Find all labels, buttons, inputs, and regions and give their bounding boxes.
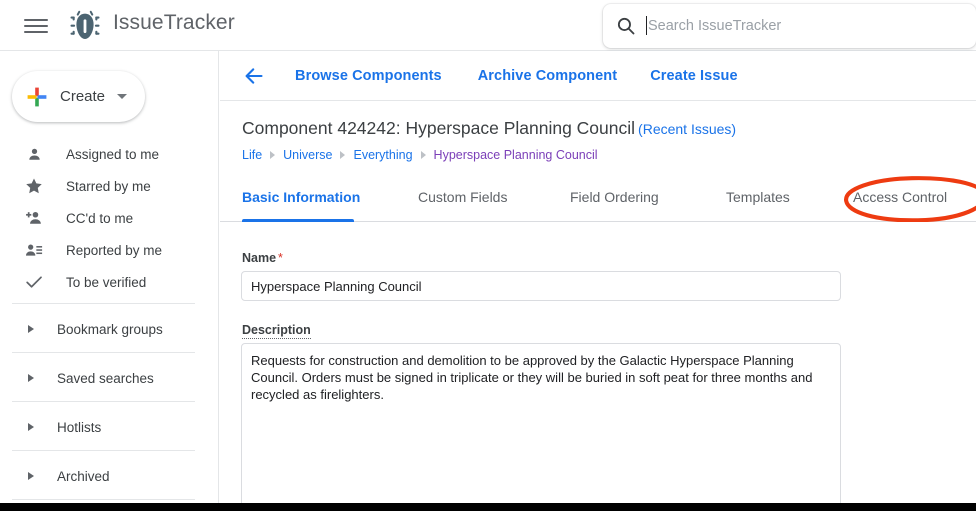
sidebar-item-label: To be verified xyxy=(66,274,147,290)
sidebar-item-ccd-to-me[interactable]: CC'd to me xyxy=(0,202,218,234)
create-issue-link[interactable]: Create Issue xyxy=(650,68,737,84)
tab-bar: Basic Information Custom Fields Field Or… xyxy=(220,185,976,222)
sidebar-group-label: Saved searches xyxy=(57,370,154,386)
arrow-left-icon[interactable] xyxy=(242,64,266,88)
breadcrumb-item-universe[interactable]: Universe xyxy=(283,148,332,162)
sidebar-group-bookmark-groups[interactable]: Bookmark groups xyxy=(0,313,218,345)
sidebar-item-assigned-to-me[interactable]: Assigned to me xyxy=(0,138,218,170)
sidebar-item-starred-by-me[interactable]: Starred by me xyxy=(0,170,218,202)
triangle-right-icon xyxy=(28,423,34,431)
search-icon xyxy=(617,17,635,35)
search-text-cursor xyxy=(646,16,647,35)
search-bar[interactable] xyxy=(603,4,976,48)
person-list-icon xyxy=(24,240,44,260)
issuetracker-app: IssueTracker Create xyxy=(0,0,976,511)
sidebar-divider xyxy=(12,499,195,500)
description-field-label: Description xyxy=(242,323,311,339)
page-title: Component 424242: Hyperspace Planning Co… xyxy=(242,118,736,139)
brand-title: IssueTracker xyxy=(113,11,235,34)
sidebar-item-reported-by-me[interactable]: Reported by me xyxy=(0,234,218,266)
archive-component-link[interactable]: Archive Component xyxy=(478,68,617,84)
sidebar-group-hotlists[interactable]: Hotlists xyxy=(0,411,218,443)
bug-logo-icon xyxy=(70,10,100,39)
breadcrumb-separator-icon xyxy=(420,151,426,159)
create-button[interactable]: Create xyxy=(12,71,145,122)
description-textarea[interactable]: Requests for construction and demolition… xyxy=(241,343,841,511)
tab-templates[interactable]: Templates xyxy=(726,185,790,222)
breadcrumb-separator-icon xyxy=(270,151,276,159)
main-content: Browse Components Archive Component Crea… xyxy=(220,51,976,511)
name-label-text: Name xyxy=(242,251,277,265)
star-icon xyxy=(24,176,44,196)
google-plus-icon xyxy=(27,87,47,106)
tab-field-ordering[interactable]: Field Ordering xyxy=(570,185,659,222)
sidebar-group-label: Archived xyxy=(57,468,110,484)
triangle-right-icon xyxy=(28,472,34,480)
create-button-label: Create xyxy=(60,88,106,105)
check-icon xyxy=(24,272,44,292)
required-asterisk: * xyxy=(278,251,283,265)
tab-access-control[interactable]: Access Control xyxy=(853,185,947,222)
sidebar-divider xyxy=(12,450,195,451)
sidebar-nav-list: Assigned to me Starred by me CC'd to me … xyxy=(0,138,218,298)
sidebar-item-label: Assigned to me xyxy=(66,146,160,162)
breadcrumb: Life Universe Everything Hyperspace Plan… xyxy=(242,148,598,162)
page-title-text: Component 424242: Hyperspace Planning Co… xyxy=(242,118,636,138)
triangle-right-icon xyxy=(28,325,34,333)
sidebar-group-saved-searches[interactable]: Saved searches xyxy=(0,362,218,394)
sidebar-group-label: Hotlists xyxy=(57,419,102,435)
triangle-right-icon xyxy=(28,374,34,382)
app-header: IssueTracker xyxy=(0,0,976,51)
sidebar-item-label: Reported by me xyxy=(66,242,163,258)
breadcrumb-separator-icon xyxy=(340,151,346,159)
tab-custom-fields[interactable]: Custom Fields xyxy=(418,185,507,222)
sidebar-divider xyxy=(12,303,195,304)
tab-basic-information[interactable]: Basic Information xyxy=(242,185,360,222)
name-input[interactable] xyxy=(241,271,841,301)
chevron-down-icon xyxy=(117,94,128,99)
sidebar: Create Assigned to me Starred by me CC'd… xyxy=(0,51,219,503)
action-bar: Browse Components Archive Component Crea… xyxy=(220,51,976,101)
browse-components-link[interactable]: Browse Components xyxy=(295,68,442,84)
hamburger-bar xyxy=(24,25,48,27)
hamburger-bar xyxy=(24,19,48,21)
active-tab-indicator xyxy=(242,219,354,222)
sidebar-group-archived[interactable]: Archived xyxy=(0,460,218,492)
sidebar-item-label: Starred by me xyxy=(66,178,151,194)
sidebar-group-label: Bookmark groups xyxy=(57,321,163,337)
bottom-edge-bar xyxy=(0,503,976,511)
sidebar-divider xyxy=(12,401,195,402)
search-input[interactable] xyxy=(637,6,976,46)
name-field-label: Name * xyxy=(242,251,283,265)
hamburger-menu-icon[interactable] xyxy=(22,12,50,40)
breadcrumb-item-life[interactable]: Life xyxy=(242,148,262,162)
sidebar-item-label: CC'd to me xyxy=(66,210,134,226)
person-icon xyxy=(24,144,44,164)
sidebar-divider xyxy=(12,352,195,353)
hamburger-bar xyxy=(24,31,48,33)
breadcrumb-item-current[interactable]: Hyperspace Planning Council xyxy=(434,148,598,162)
sidebar-item-to-be-verified[interactable]: To be verified xyxy=(0,266,218,298)
person-add-icon xyxy=(24,208,44,228)
recent-issues-link[interactable]: (Recent Issues) xyxy=(638,121,736,137)
breadcrumb-item-everything[interactable]: Everything xyxy=(353,148,412,162)
